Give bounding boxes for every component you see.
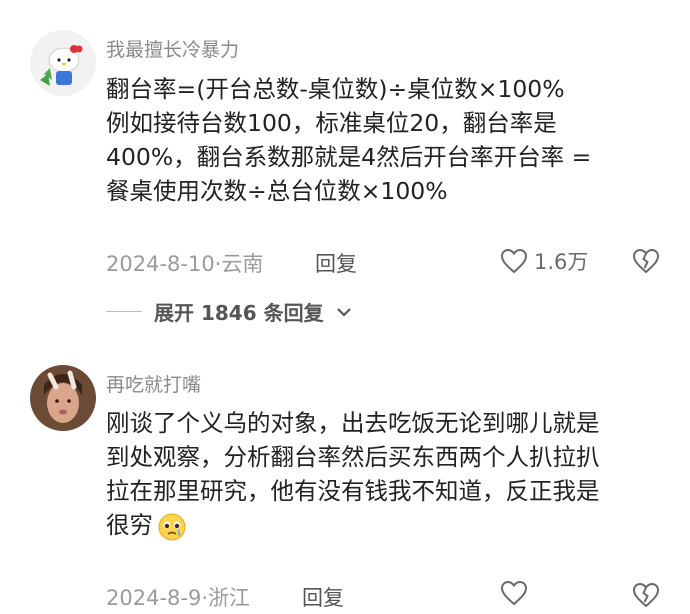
comment-line: 餐桌使用次数÷总台位数×100% [106, 177, 448, 205]
comment-username[interactable]: 我最擅长冷暴力 [106, 35, 239, 62]
pleading-face-emoji-icon [158, 513, 186, 540]
reply-button[interactable]: 回复 [315, 248, 357, 278]
comment-line: 例如接待台数100，标准桌位20，翻台率是 [106, 109, 557, 137]
broken-heart-icon [632, 582, 660, 608]
like-button[interactable]: 1.6万 [500, 246, 588, 276]
like-count: 1.6万 [534, 250, 589, 274]
comment-line: 很穷 [106, 511, 153, 539]
divider [106, 310, 142, 313]
dislike-button[interactable] [632, 248, 660, 278]
heart-outline-icon [500, 580, 528, 606]
broken-heart-icon [632, 248, 660, 274]
comment-body: 刚谈了个义乌的对象，出去吃饭无论到哪儿就是 到处观察，分析翻台率然后买东西两个人… [106, 406, 676, 542]
like-button[interactable] [500, 580, 528, 606]
comment-body: 翻台率=(开台总数-桌位数)÷桌位数×100% 例如接待台数100，标准桌位20… [106, 72, 676, 208]
comment-line-with-emoji: 很穷 [106, 508, 676, 542]
reply-button[interactable]: 回复 [302, 582, 344, 612]
comment-line: 到处观察，分析翻台率然后买东西两个人扒拉扒 [106, 443, 600, 471]
comment-username[interactable]: 再吃就打嘴 [106, 370, 201, 397]
comment-line: 拉在那里研究，他有没有钱我不知道，反正我是 [106, 477, 600, 505]
avatar[interactable] [30, 30, 96, 96]
comment-date-location: 2024-8-9·浙江 [106, 586, 250, 610]
heart-outline-icon [500, 248, 528, 274]
comment-line: 翻台率=(开台总数-桌位数)÷桌位数×100% [106, 75, 565, 103]
expand-replies-button[interactable]: 展开 1846 条回复 [106, 297, 352, 326]
dislike-button[interactable] [632, 582, 660, 612]
chevron-down-icon [336, 307, 351, 317]
comment-line: 刚谈了个义乌的对象，出去吃饭无论到哪儿就是 [106, 409, 600, 437]
expand-replies-label: 展开 1846 条回复 [154, 301, 324, 325]
comment-date-location: 2024-8-10·云南 [106, 252, 264, 276]
avatar[interactable] [30, 365, 96, 431]
comment-line: 400%，翻台系数那就是4然后开台率开台率 = [106, 143, 592, 171]
